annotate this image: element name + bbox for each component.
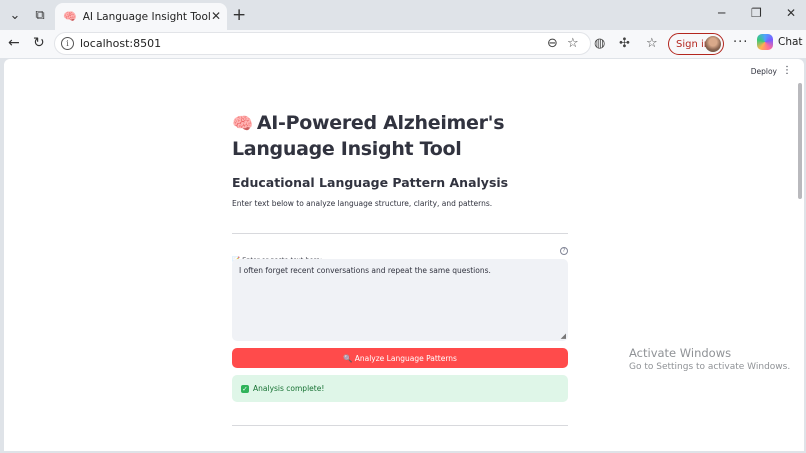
main-menu-icon[interactable]: ⋮ (782, 65, 792, 76)
resize-handle-icon[interactable]: ◢ (561, 332, 566, 340)
more-options-icon[interactable]: ··· (733, 35, 748, 50)
success-message: Analysis complete! (253, 384, 325, 393)
check-icon: ✓ (241, 384, 249, 393)
brain-emoji-icon: 🧠 (232, 114, 253, 134)
success-alert: ✓ Analysis complete! (232, 375, 568, 402)
extensions-puzzle-icon[interactable]: ✣ (619, 36, 630, 51)
address-bar[interactable]: i localhost:8501 ⊖ ☆ (54, 32, 591, 55)
page-viewport: Deploy ⋮ 🧠 AI-Powered Alzheimer's Languag… (4, 59, 804, 451)
favorite-star-icon[interactable]: ☆ (567, 36, 579, 51)
window-close-icon[interactable]: ✕ (786, 6, 796, 20)
browser-tab-strip: ⌄ ⧉ 🧠 AI Language Insight Tool ✕ + ─ ❐ ✕ (0, 0, 806, 30)
text-input-value[interactable]: I often forget recent conversations and … (239, 266, 491, 275)
deploy-button[interactable]: Deploy (751, 67, 777, 76)
site-info-icon[interactable]: i (61, 37, 74, 50)
restore-icon[interactable]: ❐ (751, 6, 762, 20)
chat-label: Chat (778, 36, 803, 48)
browser-toolbar: ← ↻ i localhost:8501 ⊖ ☆ ◍ ✣ ☆ Sign in ·… (0, 30, 806, 58)
back-arrow-icon[interactable]: ← (8, 35, 20, 51)
watermark-line1: Activate Windows (629, 346, 732, 360)
zoom-icon[interactable]: ⊖ (547, 36, 558, 51)
divider-bottom (232, 425, 568, 426)
input-label-row: 📝 Enter or paste text here: ? (232, 247, 568, 264)
page-title-text: AI-Powered Alzheimer's Language Insight … (232, 112, 505, 160)
intro-text: Enter text below to analyze language str… (232, 199, 493, 208)
divider (232, 233, 568, 234)
activate-windows-watermark: Activate Windows Go to Settings to activ… (629, 346, 790, 372)
main-content: 🧠 AI-Powered Alzheimer's Language Insight… (232, 111, 568, 426)
page-subtitle: Educational Language Pattern Analysis (232, 175, 509, 190)
sign-in-button[interactable]: Sign in (668, 33, 724, 55)
new-tab-plus-icon[interactable]: + (232, 5, 246, 25)
tab-active[interactable]: 🧠 AI Language Insight Tool ✕ (55, 3, 227, 30)
minimize-icon[interactable]: ─ (718, 6, 725, 20)
close-tab-icon[interactable]: ✕ (211, 9, 221, 23)
tab-title: AI Language Insight Tool (82, 10, 211, 23)
watermark-line2: Go to Settings to activate Windows. (629, 362, 791, 372)
help-question-icon[interactable]: ? (560, 247, 568, 255)
reload-icon[interactable]: ↻ (33, 35, 45, 51)
brain-favicon-icon: 🧠 (63, 10, 77, 23)
address-url[interactable]: localhost:8501 (80, 37, 161, 50)
page-title: 🧠 AI-Powered Alzheimer's Language Insight… (232, 111, 568, 162)
text-input-area[interactable]: I often forget recent conversations and … (232, 259, 568, 341)
copilot-chat-button[interactable]: Chat (757, 34, 803, 50)
favorites-icon[interactable]: ☆ (646, 36, 658, 51)
tab-list-chevron-icon[interactable]: ⌄ (4, 4, 26, 26)
workspaces-icon[interactable]: ⧉ (29, 4, 51, 26)
browser-essentials-icon[interactable]: ◍ (594, 36, 605, 51)
analyze-button[interactable]: 🔍 Analyze Language Patterns (232, 348, 568, 368)
copilot-logo-icon (757, 34, 773, 50)
page-scrollbar[interactable] (798, 83, 802, 199)
profile-avatar (705, 36, 721, 52)
